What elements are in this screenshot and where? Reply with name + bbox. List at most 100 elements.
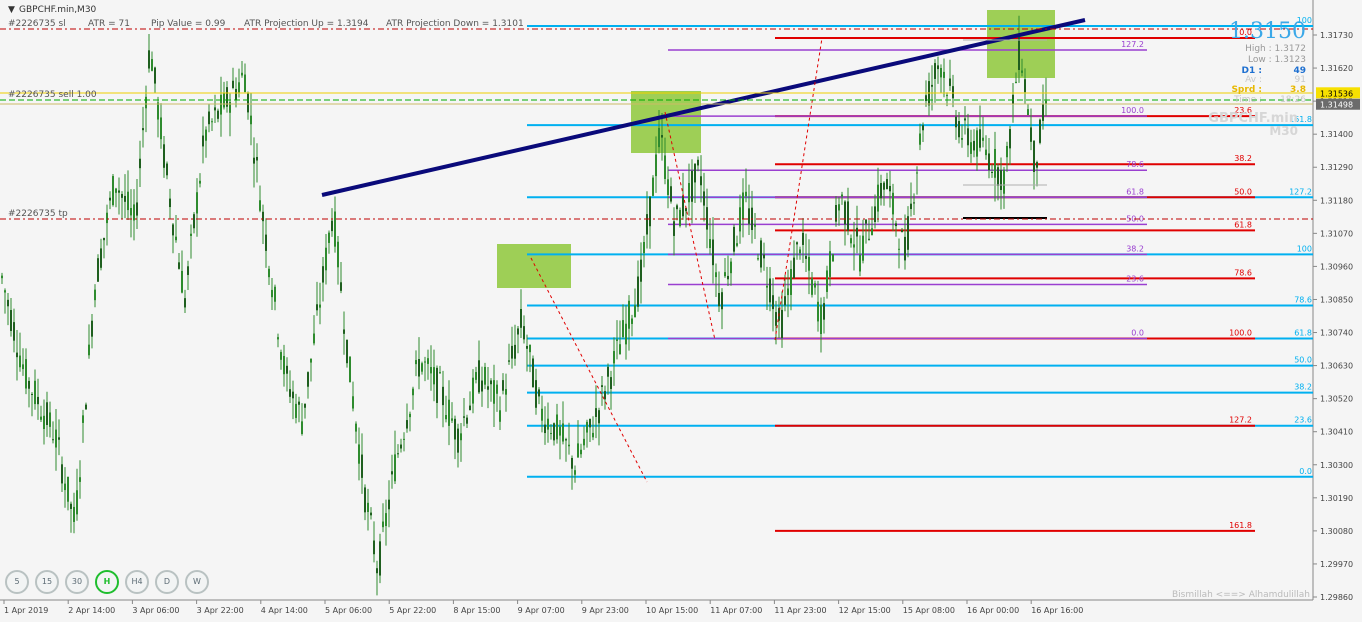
candle-body [811,278,813,295]
candle-body [124,195,126,202]
candle-body [1045,100,1047,104]
candle-body [925,95,927,102]
candle-body [952,86,954,99]
candle-body [343,329,345,334]
candle-body [592,432,594,438]
candle-body [163,144,165,168]
candle-body [403,438,405,440]
sprd-value: 3.8 [1290,85,1306,95]
candle-body [172,224,174,236]
candle-body [739,207,741,232]
candle-body [559,426,561,436]
fib-level-label: 38.2 [1126,244,1144,253]
candle-body [733,226,735,252]
candle-body [1021,70,1023,73]
timeframe-button-15[interactable]: 15 [35,570,59,594]
timeframe-button-h4[interactable]: H4 [125,570,149,594]
atr-down-label: ATR Projection Down = 1.3101 [386,19,524,29]
candle-body [106,212,108,224]
candle-body [940,68,942,78]
candle-body [325,247,327,271]
candle-body [700,176,702,186]
candle-body [673,221,675,236]
price-tick-label: 1.31730 [1320,31,1353,40]
candle-body [916,172,918,174]
candle-body [400,444,402,449]
candle-body [793,257,795,279]
candle-body [547,418,549,430]
candle-body [610,377,612,389]
candle-body [532,358,534,388]
candle-body [790,268,792,295]
fib-level-label: 127.2 [1229,416,1252,425]
candle-body [496,384,498,394]
candle-body [472,377,474,404]
fib-level-label: 23.6 [1126,274,1144,283]
candle-body [844,201,846,225]
candle-body [337,241,339,268]
title-triangle-icon: ▼ [8,5,15,15]
fib-level-label: 0.0 [1131,329,1144,338]
candle-body [289,389,291,397]
timeframe-button-w[interactable]: W [185,570,209,594]
candle-body [646,214,648,235]
candle-body [709,239,711,248]
candle-body [1,275,3,279]
price-tick-label: 1.30960 [1320,262,1353,271]
candle-body [775,312,777,326]
candle-body [286,365,288,374]
fib-level-label: 161.8 [1229,521,1252,530]
time-tick-label: 1 Apr 2019 [4,606,48,615]
candle-body [706,207,708,230]
timeframe-button-d[interactable]: D [155,570,179,594]
candle-body [1027,109,1029,116]
candle-body [631,318,633,324]
candle-body [514,344,516,359]
candle-body [250,115,252,125]
candle-body [10,310,12,331]
chart-window[interactable]: 100 161.8 127.2 100 78.6 61.8 50.0 38.2 23.6 0.0 0… [0,0,1362,622]
fib-level-label: 38.2 [1294,383,1312,392]
candle-body [931,84,933,87]
candle-body [946,95,948,97]
candle-body [934,63,936,79]
timeframe-button-h[interactable]: H [95,570,119,594]
candle-body [766,285,768,288]
candle-body [850,238,852,244]
candle-body [910,203,912,210]
fib-level-label: 61.8 [1294,329,1312,338]
candle-body [862,235,864,261]
price-tick-label: 1.30300 [1320,461,1353,470]
price-tick-label: 1.30520 [1320,395,1353,404]
candle-body [130,208,132,216]
pip-value-label: Pip Value = 0.99 [151,19,226,29]
candle-body [91,320,93,337]
fib-level-label: 100 [1297,244,1312,253]
price-chart[interactable]: 100161.8127.210078.661.850.038.223.60.00… [0,0,1362,622]
candle-body [679,209,681,226]
candle-body [451,418,453,421]
candle-body [202,135,204,147]
candle-body [1033,140,1035,172]
candle-body [115,188,117,193]
candle-body [760,240,762,268]
footer-text: Bismillah <==> Alhamdulillah [1172,590,1310,600]
candle-body [979,129,981,148]
timeframe-button-5[interactable]: 5 [5,570,29,594]
candle-body [232,80,234,88]
candle-body [109,197,111,201]
fib-level-label: 100.0 [1229,329,1252,338]
time-tick-label: 2 Apr 14:00 [68,606,115,615]
time-tick-label: 4 Apr 14:00 [261,606,308,615]
candle-body [151,59,153,71]
candle-body [37,396,39,405]
candle-body [367,502,369,512]
candle-body [817,301,819,322]
timeframe-button-30[interactable]: 30 [65,570,89,594]
candle-body [883,182,885,190]
atr-label: ATR = 71 [88,19,130,29]
fib-level-label: 23.6 [1294,416,1312,425]
candle-body [382,521,384,528]
candle-body [607,366,609,377]
candle-body [340,282,342,291]
